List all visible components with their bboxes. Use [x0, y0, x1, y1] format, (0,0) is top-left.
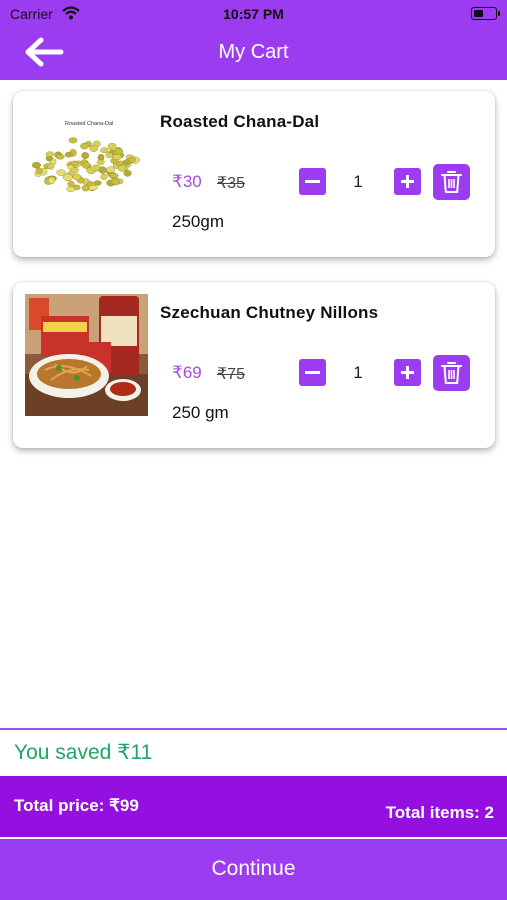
status-bar: Carrier 10:57 PM [0, 0, 507, 28]
delete-item-button[interactable] [433, 355, 470, 391]
cart-item: Szechuan Chutney Nillons ₹69 ₹75 250 gm … [13, 282, 495, 448]
product-name: Szechuan Chutney Nillons [160, 303, 379, 322]
divider [0, 728, 507, 730]
product-mrp: ₹35 [217, 175, 245, 192]
cart-screen: Carrier 10:57 PM My Cart Roasted Chana-D… [0, 0, 507, 900]
clock: 10:57 PM [223, 6, 284, 22]
product-weight: 250gm [172, 212, 224, 231]
savings-text: You saved ₹11 [14, 741, 153, 764]
cart-item: Roasted Chana-Dal Roasted Chana-Dal ₹30 … [13, 91, 495, 257]
decrease-quantity-button[interactable] [299, 359, 326, 386]
trash-icon [441, 171, 462, 193]
product-image-chana-dal: Roasted Chana-Dal [25, 103, 148, 225]
product-image-szechuan-chutney [25, 294, 148, 416]
delete-item-button[interactable] [433, 164, 470, 200]
total-items: Total items: 2 [385, 803, 494, 822]
decrease-quantity-button[interactable] [299, 168, 326, 195]
nav-bar: My Cart [0, 28, 507, 80]
increase-quantity-button[interactable] [394, 168, 421, 195]
product-price: ₹30 [172, 172, 202, 191]
total-price: Total price: ₹99 [14, 796, 139, 815]
trash-icon [441, 362, 462, 384]
totals-bar: Total price: ₹99 Total items: 2 [0, 776, 507, 837]
product-image-label: Roasted Chana-Dal [65, 121, 113, 127]
product-weight: 250 gm [172, 403, 229, 422]
quantity-value: 1 [353, 363, 363, 382]
continue-button[interactable]: Continue [0, 839, 507, 900]
app-header: Carrier 10:57 PM My Cart [0, 0, 507, 80]
product-name: Roasted Chana-Dal [160, 112, 320, 131]
product-mrp: ₹75 [217, 366, 245, 383]
increase-quantity-button[interactable] [394, 359, 421, 386]
quantity-value: 1 [353, 172, 363, 191]
battery-icon [471, 7, 500, 20]
minus-icon [305, 371, 320, 374]
page-title: My Cart [218, 41, 289, 63]
product-price: ₹69 [172, 363, 202, 382]
minus-icon [305, 180, 320, 183]
